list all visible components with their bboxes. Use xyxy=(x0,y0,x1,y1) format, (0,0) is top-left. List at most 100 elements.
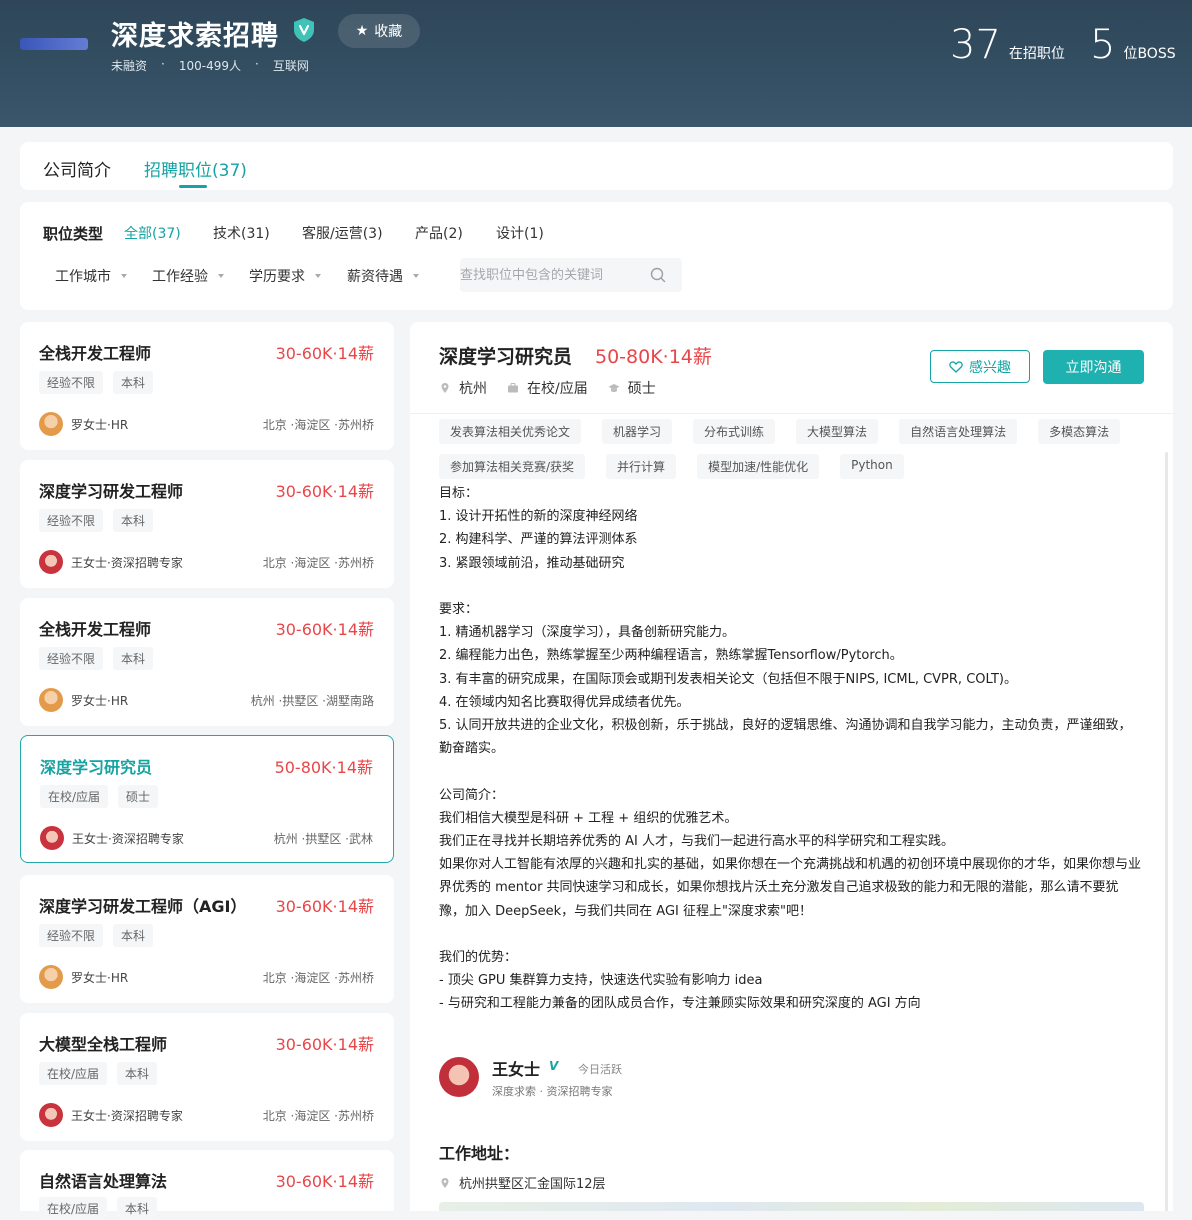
detail-meta: 杭州 在校/应届 硕士 xyxy=(439,378,656,398)
stat-boss-count: 5 位BOSS xyxy=(1090,22,1176,68)
job-footer: 罗女士·HR 北京 ·海淀区 ·苏州桥 xyxy=(39,964,374,990)
job-card[interactable]: 自然语言处理算法 30-60K·14薪 在校/应届 本科 xyxy=(20,1150,394,1220)
job-tags: 经验不限 本科 xyxy=(39,924,154,947)
job-location: 北京 ·海淀区 ·苏州桥 xyxy=(262,555,374,570)
filter-salary-dropdown[interactable]: 薪资待遇 xyxy=(347,266,419,286)
interest-button[interactable]: 感兴趣 xyxy=(930,350,1030,383)
hr-name: 罗女士·HR xyxy=(71,417,129,432)
skill-tag: 发表算法相关优秀论文 xyxy=(439,419,582,444)
stat-label: 在招职位 xyxy=(1008,46,1065,62)
job-title: 深度学习研发工程师 xyxy=(39,482,184,501)
filter-type-all[interactable]: 全部(37) xyxy=(124,223,181,243)
job-detail-panel: 深度学习研究员 50-80K·14薪 杭州 在校/应届 硕士 感兴趣 立即沟通 xyxy=(410,322,1173,1211)
job-tags: 在校/应届 硕士 xyxy=(40,785,159,808)
skill-tag: 分布式训练 xyxy=(693,419,776,444)
filter-experience-dropdown[interactable]: 工作经验 xyxy=(152,266,224,286)
job-card[interactable]: 深度学习研发工程师 30-60K·14薪 经验不限 本科 王女士·资深招聘专家 … xyxy=(20,460,394,588)
verified-shield-icon xyxy=(294,18,314,42)
hr-name: 王女士·资深招聘专家 xyxy=(72,831,184,846)
job-salary: 30-60K·14薪 xyxy=(275,1035,374,1054)
job-footer: 王女士·资深招聘专家 杭州 ·拱墅区 ·武林 xyxy=(40,825,373,851)
job-filters: 职位类型 全部(37) 技术(31) 客服/运营(3) 产品(2) 设计(1) … xyxy=(20,202,1173,310)
stat-label: 位BOSS xyxy=(1123,46,1176,62)
job-card[interactable]: 深度学习研发工程师（AGI） 30-60K·14薪 经验不限 本科 罗女士·HR… xyxy=(20,875,394,1003)
filter-type-design[interactable]: 设计(1) xyxy=(496,223,544,243)
skill-tag: 参加算法相关竞赛/获奖 xyxy=(439,454,586,479)
job-footer: 罗女士·HR 杭州 ·拱墅区 ·湖墅南路 xyxy=(39,687,374,713)
search-icon[interactable] xyxy=(650,267,666,283)
meta-separator: · xyxy=(161,57,165,71)
stat-number: 5 xyxy=(1090,22,1116,68)
job-card[interactable]: 全栈开发工程师 30-60K·14薪 经验不限 本科 罗女士·HR 杭州 ·拱墅… xyxy=(20,598,394,726)
location-pin-icon xyxy=(441,1177,449,1188)
detail-city-text: 杭州 xyxy=(459,381,487,397)
tab-company-intro[interactable]: 公司简介 xyxy=(43,156,111,181)
filter-type-tech[interactable]: 技术(31) xyxy=(213,223,270,243)
interest-label: 感兴趣 xyxy=(969,359,1011,376)
job-footer: 王女士·资深招聘专家 北京 ·海淀区 ·苏州桥 xyxy=(39,549,374,575)
tab-positions[interactable]: 招聘职位(37) xyxy=(144,156,247,181)
company-name: 深度求索招聘 xyxy=(111,21,279,52)
job-salary: 30-60K·14薪 xyxy=(275,344,374,363)
verified-badge-icon: V xyxy=(549,1059,559,1073)
avatar xyxy=(40,826,64,850)
stat-open-positions: 37 在招职位 xyxy=(950,22,1065,68)
skill-tag: 自然语言处理算法 xyxy=(899,419,1018,444)
keyword-search-input[interactable] xyxy=(460,258,640,292)
job-title: 全栈开发工程师 xyxy=(39,620,152,639)
job-location: 北京 ·海淀区 ·苏州桥 xyxy=(262,970,374,985)
detail-city: 杭州 xyxy=(439,378,487,398)
job-tag: 本科 xyxy=(117,1062,158,1085)
detail-experience-text: 在校/应届 xyxy=(527,381,588,397)
job-card[interactable]: 全栈开发工程师 30-60K·14薪 经验不限 本科 罗女士·HR 北京 ·海淀… xyxy=(20,322,394,450)
job-tags: 在校/应届 本科 xyxy=(39,1062,158,1085)
job-salary: 30-60K·14薪 xyxy=(275,620,374,639)
recruiter-title: 深度求索 · 资深招聘专家 xyxy=(492,1085,613,1098)
job-tag: 本科 xyxy=(117,1197,158,1220)
favorite-button[interactable]: ★ 收藏 xyxy=(338,14,420,48)
location-pin-icon xyxy=(441,383,449,393)
detail-experience: 在校/应届 xyxy=(507,378,588,398)
filter-type-product[interactable]: 产品(2) xyxy=(415,223,463,243)
funding-stage: 未融资 xyxy=(111,59,148,73)
hr-name: 王女士·资深招聘专家 xyxy=(71,555,183,570)
job-tags: 经验不限 本科 xyxy=(39,509,154,532)
job-salary: 30-60K·14薪 xyxy=(275,897,374,916)
job-salary: 30-60K·14薪 xyxy=(275,1172,374,1191)
briefcase-icon xyxy=(508,383,518,393)
dropdown-label: 学历要求 xyxy=(249,269,305,285)
job-card[interactable]: 大模型全栈工程师 30-60K·14薪 在校/应届 本科 王女士·资深招聘专家 … xyxy=(20,1013,394,1141)
chat-now-button[interactable]: 立即沟通 xyxy=(1043,350,1144,384)
job-card-selected[interactable]: 深度学习研究员 50-80K·14薪 在校/应届 硕士 王女士·资深招聘专家 杭… xyxy=(20,735,394,863)
filter-type-service[interactable]: 客服/运营(3) xyxy=(302,223,383,243)
job-tag: 经验不限 xyxy=(39,924,104,947)
job-tag: 硕士 xyxy=(118,785,159,808)
job-title: 自然语言处理算法 xyxy=(39,1172,168,1191)
skill-tag: 大模型算法 xyxy=(796,419,879,444)
job-location: 北京 ·海淀区 ·苏州桥 xyxy=(262,417,374,432)
recruiter-card[interactable]: 王女士 V 今日活跃 深度求索 · 资深招聘专家 xyxy=(439,1057,622,1098)
scrollbar[interactable] xyxy=(1165,452,1168,1211)
heart-icon xyxy=(949,360,963,373)
company-header: 深度求索招聘 ★ 收藏 未融资 · 100-499人 · 互联网 37 在招职位… xyxy=(0,0,1192,127)
job-tag: 经验不限 xyxy=(39,647,104,670)
skill-tags: 发表算法相关优秀论文 机器学习 分布式训练 大模型算法 自然语言处理算法 多模态… xyxy=(439,419,1139,479)
keyword-search xyxy=(460,258,682,292)
skill-tag: Python xyxy=(840,454,904,479)
company-size: 100-499人 xyxy=(178,59,241,73)
company-logo xyxy=(20,38,88,50)
filter-education-dropdown[interactable]: 学历要求 xyxy=(249,266,321,286)
location-map[interactable] xyxy=(439,1202,1144,1211)
job-type-label: 职位类型 xyxy=(43,225,104,243)
job-tag: 本科 xyxy=(113,371,154,394)
filter-city-dropdown[interactable]: 工作城市 xyxy=(55,266,127,286)
meta-separator: · xyxy=(254,57,259,71)
skill-tag: 模型加速/性能优化 xyxy=(697,454,820,479)
skill-tag: 机器学习 xyxy=(602,419,673,444)
company-industry: 互联网 xyxy=(272,59,309,73)
avatar xyxy=(39,965,63,989)
job-footer: 罗女士·HR 北京 ·海淀区 ·苏州桥 xyxy=(39,411,374,437)
job-tags: 经验不限 本科 xyxy=(39,371,154,394)
job-tag: 在校/应届 xyxy=(39,1062,108,1085)
avatar xyxy=(39,688,63,712)
